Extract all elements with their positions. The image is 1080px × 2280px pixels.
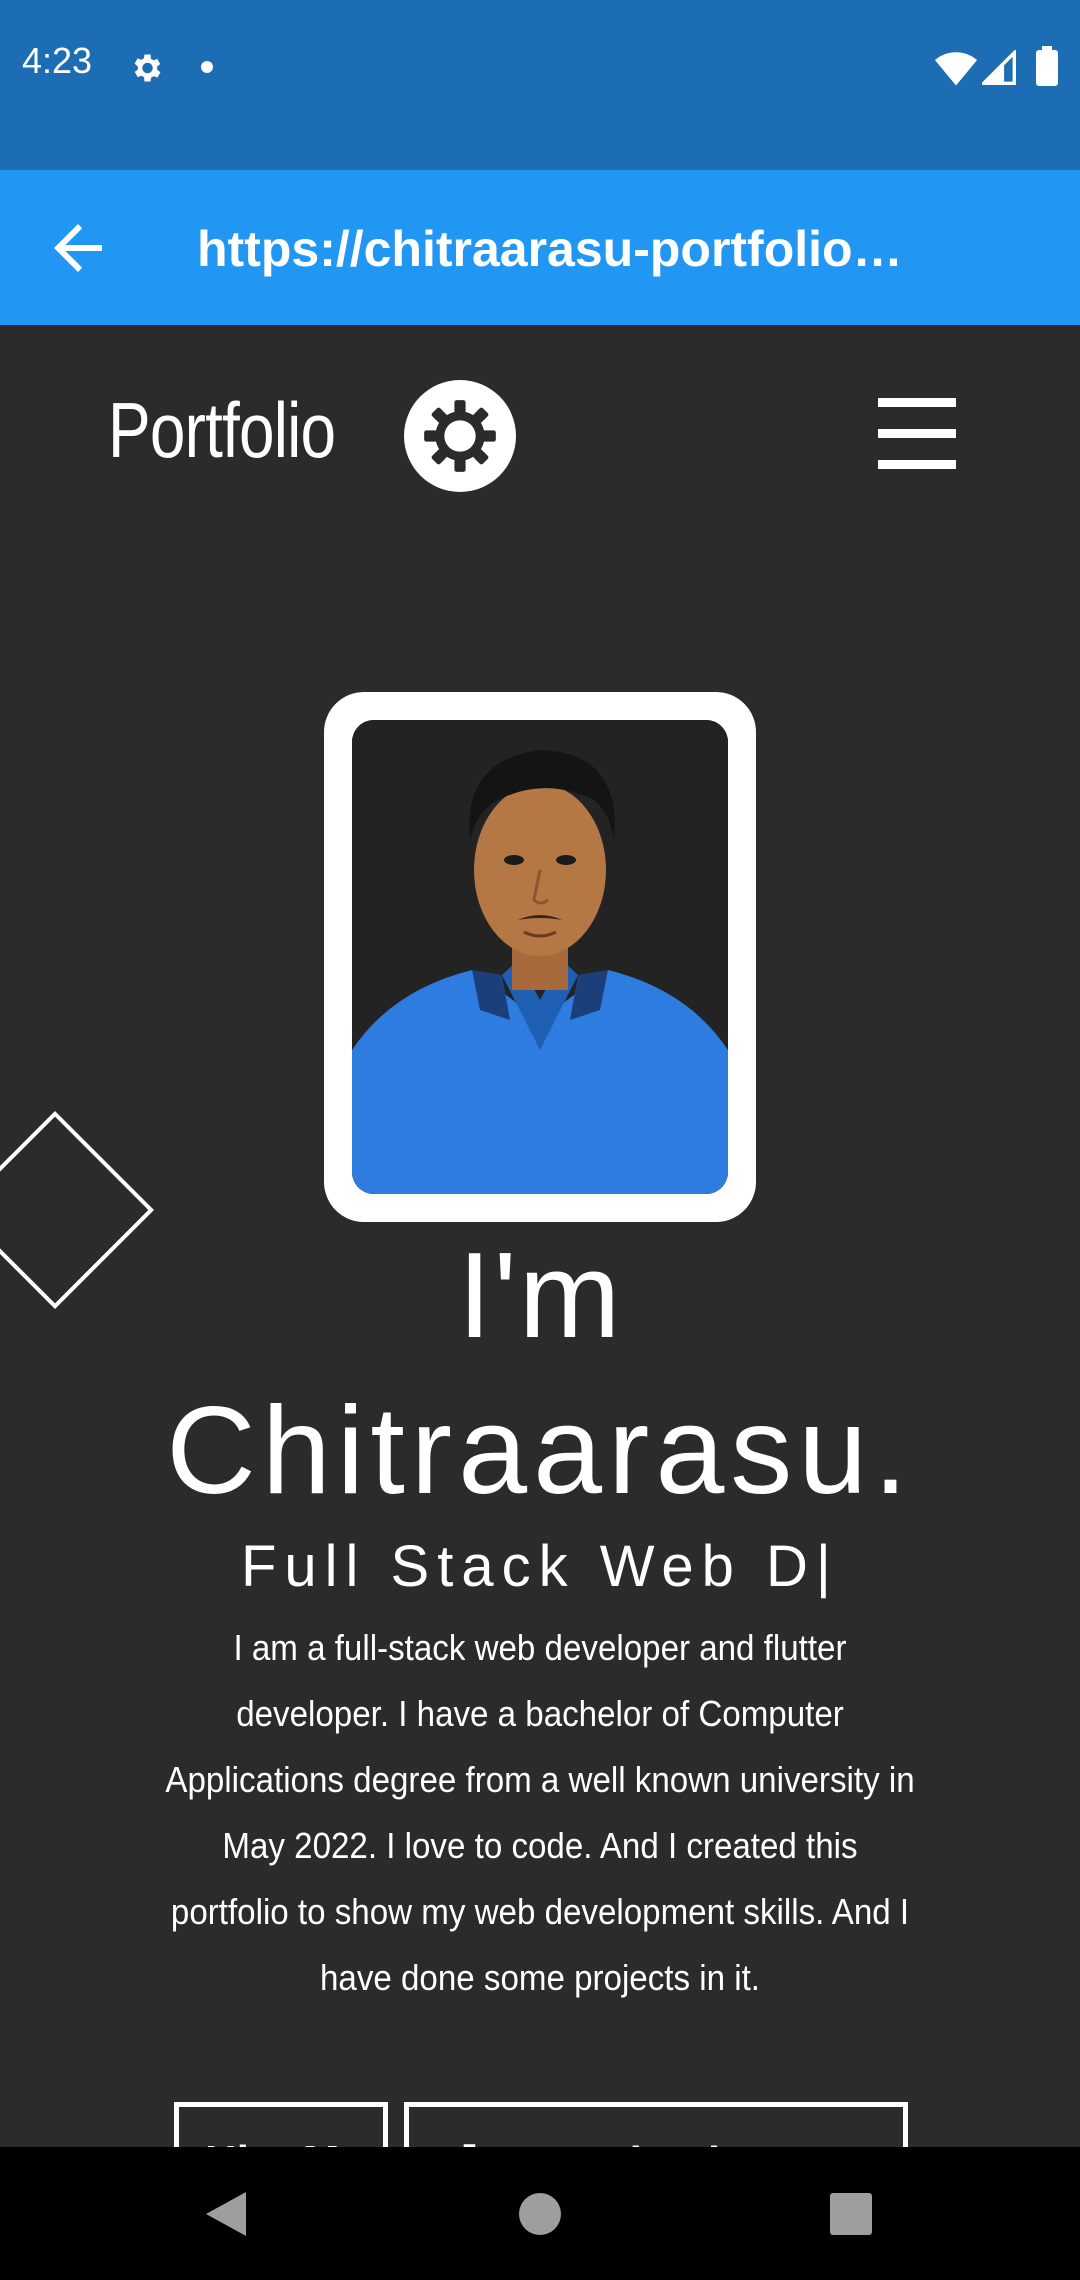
notification-dot-icon: [201, 61, 213, 73]
hero-role: Full Stack Web D|: [240, 1534, 840, 1599]
menu-bar: [878, 460, 956, 469]
nav-recents-icon[interactable]: [830, 2193, 872, 2235]
wifi-icon: [935, 52, 977, 86]
nav-home-icon[interactable]: [519, 2193, 561, 2235]
brand-title[interactable]: Portfolio: [108, 385, 336, 476]
url-text[interactable]: https://chitraarasu-portfolio…: [197, 220, 927, 280]
arrow-left-icon[interactable]: [40, 212, 116, 284]
settings-gear-icon: [134, 54, 161, 82]
hamburger-menu-icon[interactable]: [878, 398, 958, 470]
hero-name: Chitraarasu.: [166, 1382, 914, 1520]
portrait-image: [352, 720, 728, 1194]
cell-signal-icon: [982, 50, 1016, 85]
hero-bio: I am a full-stack web developer and flut…: [165, 1627, 915, 1998]
menu-bar: [878, 398, 956, 407]
nav-back-icon[interactable]: [205, 2192, 247, 2236]
profile-photo: [352, 720, 728, 1194]
hero-greeting: I'm: [457, 1227, 623, 1363]
status-time: 4:23: [22, 40, 93, 81]
battery-icon: [1036, 46, 1058, 86]
sun-gear-icon[interactable]: [404, 380, 516, 492]
menu-bar: [878, 429, 956, 438]
